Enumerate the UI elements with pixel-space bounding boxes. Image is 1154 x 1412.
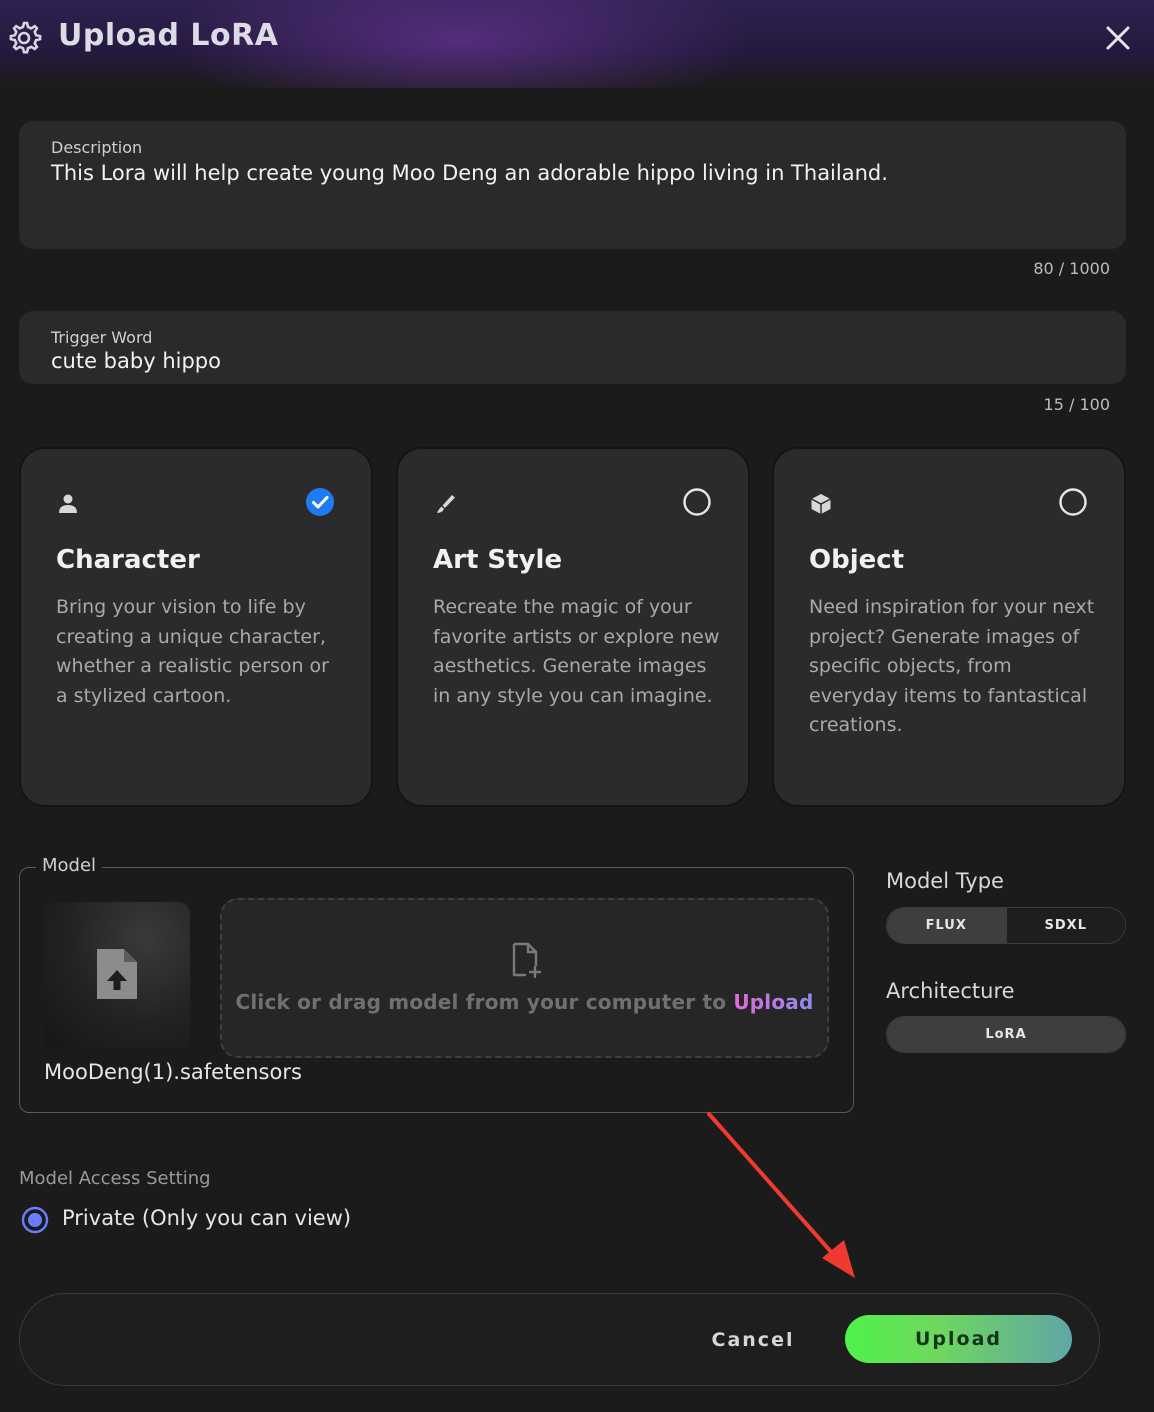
description-field[interactable]: Description This Lora will help create y…: [19, 121, 1126, 249]
description-counter: 80 / 1000: [1033, 259, 1110, 278]
file-add-icon: [512, 942, 542, 978]
radio-empty-icon[interactable]: [1058, 487, 1088, 517]
dropzone-instruction: Click or drag model from your computer t…: [235, 990, 734, 1014]
description-label: Description: [51, 138, 143, 157]
model-dropzone[interactable]: Click or drag model from your computer t…: [220, 898, 829, 1058]
category-card-character[interactable]: Character Bring your vision to life by c…: [19, 447, 373, 807]
model-file-thumbnail: [44, 902, 190, 1048]
category-title: Character: [56, 545, 200, 575]
cancel-button[interactable]: Cancel: [698, 1322, 808, 1358]
model-filename: MooDeng(1).safetensors: [44, 1060, 302, 1084]
brush-icon: [437, 495, 455, 513]
model-type-option-sdxl[interactable]: SDXL: [1005, 908, 1125, 943]
radio-selected-icon[interactable]: [21, 1206, 49, 1234]
category-card-object[interactable]: Object Need inspiration for your next pr…: [772, 447, 1126, 807]
gear-icon: [9, 21, 42, 54]
model-type-toggle: FLUX SDXL: [886, 907, 1126, 944]
close-icon[interactable]: [1102, 22, 1134, 54]
dialog-header: Upload LoRA: [0, 0, 1154, 88]
dropzone-text: Click or drag model from your computer t…: [222, 990, 827, 1014]
architecture-option-lora[interactable]: LoRA: [887, 1017, 1125, 1052]
category-description: Recreate the magic of your favorite arti…: [433, 596, 720, 707]
category-description: Bring your vision to life by creating a …: [56, 596, 329, 707]
category-title: Art Style: [433, 545, 563, 575]
category-card-art-style[interactable]: Art Style Recreate the magic of your fav…: [396, 447, 750, 807]
cube-icon: [811, 494, 831, 514]
upload-button[interactable]: Upload: [845, 1315, 1072, 1363]
dialog-title: Upload LoRA: [58, 18, 279, 53]
model-type-option-flux[interactable]: FLUX: [887, 908, 1006, 943]
model-legend: Model: [36, 855, 103, 876]
annotation-arrow-icon: [707, 1112, 855, 1278]
architecture-toggle: LoRA: [886, 1016, 1126, 1053]
description-value[interactable]: This Lora will help create young Moo Den…: [51, 161, 888, 185]
trigger-word-label: Trigger Word: [51, 328, 153, 347]
category-title: Object: [809, 545, 905, 575]
category-description: Need inspiration for your next project? …: [809, 596, 1095, 736]
dropzone-upload-link[interactable]: Upload: [733, 990, 813, 1014]
radio-empty-icon[interactable]: [682, 487, 712, 517]
trigger-word-counter: 15 / 100: [1043, 395, 1110, 414]
trigger-word-field[interactable]: Trigger Word cute baby hippo: [19, 311, 1126, 384]
check-circle-icon[interactable]: [305, 487, 335, 517]
file-upload-icon: [97, 949, 137, 999]
trigger-word-value[interactable]: cute baby hippo: [51, 349, 221, 373]
model-type-label: Model Type: [886, 869, 1004, 893]
architecture-label: Architecture: [886, 979, 1015, 1003]
person-icon: [59, 494, 77, 513]
access-option-private[interactable]: Private (Only you can view): [62, 1206, 351, 1230]
access-setting-label: Model Access Setting: [19, 1168, 211, 1189]
